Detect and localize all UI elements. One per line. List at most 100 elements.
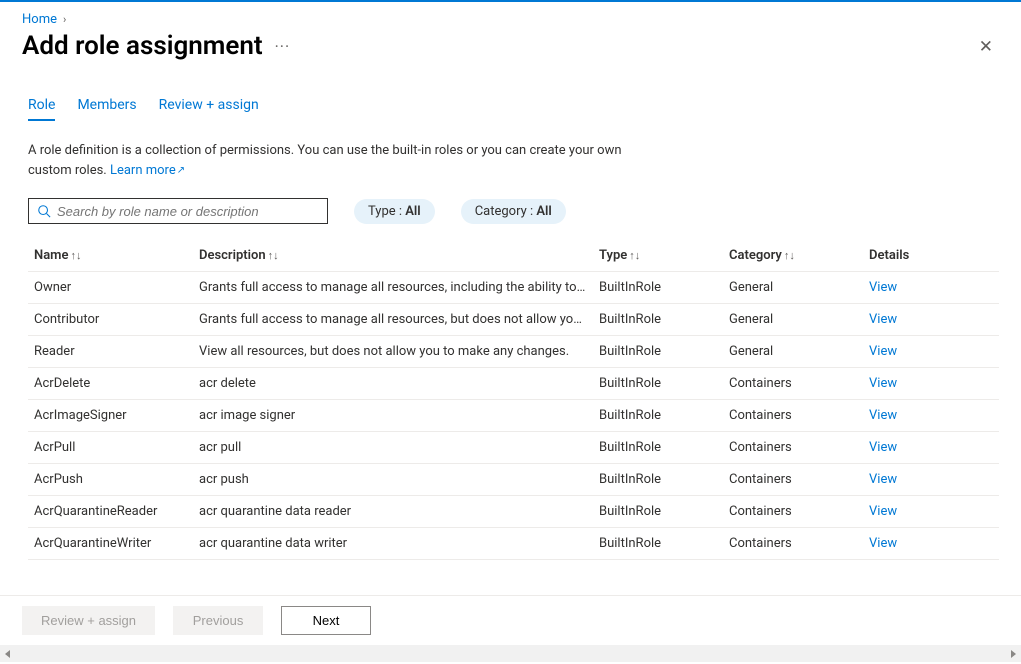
cell-type: BuiltInRole bbox=[593, 496, 723, 528]
description: A role definition is a collection of per… bbox=[28, 141, 628, 180]
tabs: Role Members Review + assign bbox=[28, 97, 999, 121]
column-header-category[interactable]: Category↑↓ bbox=[723, 240, 863, 272]
table-row[interactable]: AcrPullacr pullBuiltInRoleContainers View bbox=[28, 432, 999, 464]
filter-category-value: All bbox=[536, 204, 551, 219]
column-header-type[interactable]: Type↑↓ bbox=[593, 240, 723, 272]
cell-category: General bbox=[723, 336, 863, 368]
cell-type: BuiltInRole bbox=[593, 272, 723, 304]
cell-type: BuiltInRole bbox=[593, 336, 723, 368]
table-row[interactable]: AcrPushacr pushBuiltInRoleContainersView bbox=[28, 464, 999, 496]
cell-details: View bbox=[863, 496, 999, 528]
cell-type: BuiltInRole bbox=[593, 304, 723, 336]
breadcrumb-home[interactable]: Home bbox=[22, 12, 57, 27]
table-row[interactable]: ContributorGrants full access to manage … bbox=[28, 304, 999, 336]
filter-category-label: Category : bbox=[475, 204, 537, 219]
cell-details: View bbox=[863, 528, 999, 560]
filter-type-label: Type : bbox=[368, 204, 405, 219]
view-link[interactable]: View bbox=[869, 344, 897, 359]
cell-type: BuiltInRole bbox=[593, 432, 723, 464]
view-link[interactable]: View bbox=[869, 376, 897, 391]
cell-type: BuiltInRole bbox=[593, 400, 723, 432]
cell-description: acr quarantine data writer bbox=[193, 528, 593, 560]
column-header-name[interactable]: Name↑↓ bbox=[28, 240, 193, 272]
cell-details: View bbox=[863, 336, 999, 368]
more-menu-icon[interactable]: ··· bbox=[275, 37, 291, 56]
cell-description: acr delete bbox=[193, 368, 593, 400]
table-row[interactable]: AcrImageSigneracr image signerBuiltInRol… bbox=[28, 400, 999, 432]
cell-category: General bbox=[723, 304, 863, 336]
view-link[interactable]: View bbox=[869, 536, 897, 551]
cell-category: Containers bbox=[723, 400, 863, 432]
view-link[interactable]: View bbox=[869, 472, 897, 487]
cell-description: View all resources, but does not allow y… bbox=[193, 336, 593, 368]
learn-more-link[interactable]: Learn more↗ bbox=[110, 163, 185, 178]
cell-category: Containers bbox=[723, 432, 863, 464]
cell-description: Grants full access to manage all resourc… bbox=[193, 304, 593, 336]
breadcrumb: Home › bbox=[22, 12, 999, 27]
cell-details: View bbox=[863, 272, 999, 304]
review-assign-button[interactable]: Review + assign bbox=[22, 606, 155, 635]
table-row[interactable]: ReaderView all resources, but does not a… bbox=[28, 336, 999, 368]
page-title: Add role assignment bbox=[22, 31, 263, 61]
view-link[interactable]: View bbox=[869, 504, 897, 519]
cell-details: View bbox=[863, 400, 999, 432]
cell-details: View bbox=[863, 432, 999, 464]
cell-name: AcrDelete bbox=[28, 368, 193, 400]
cell-description: Grants full access to manage all resourc… bbox=[193, 272, 593, 304]
search-input-container[interactable] bbox=[28, 198, 328, 224]
view-link[interactable]: View bbox=[869, 312, 897, 327]
cell-name: AcrPush bbox=[28, 464, 193, 496]
cell-description: acr pull bbox=[193, 432, 593, 464]
column-header-description[interactable]: Description↑↓ bbox=[193, 240, 593, 272]
chevron-right-icon: › bbox=[63, 13, 66, 26]
previous-button[interactable]: Previous bbox=[173, 606, 263, 635]
view-link[interactable]: View bbox=[869, 408, 897, 423]
cell-description: acr quarantine data reader bbox=[193, 496, 593, 528]
cell-category: Containers bbox=[723, 528, 863, 560]
view-link[interactable]: View bbox=[869, 280, 897, 295]
table-row[interactable]: OwnerGrants full access to manage all re… bbox=[28, 272, 999, 304]
filter-type[interactable]: Type : All bbox=[354, 199, 435, 224]
table-row[interactable]: AcrDeleteacr deleteBuiltInRoleContainers… bbox=[28, 368, 999, 400]
column-header-details: Details bbox=[863, 240, 999, 272]
cell-category: Containers bbox=[723, 496, 863, 528]
table-row[interactable]: AcrQuarantineWriteracr quarantine data w… bbox=[28, 528, 999, 560]
external-link-icon: ↗ bbox=[177, 165, 185, 176]
cell-name: Contributor bbox=[28, 304, 193, 336]
roles-table: Name↑↓ Description↑↓ Type↑↓ Category↑↓ D… bbox=[28, 240, 999, 560]
search-input[interactable] bbox=[57, 204, 319, 219]
close-button[interactable]: ✕ bbox=[973, 32, 999, 61]
search-icon bbox=[37, 204, 51, 218]
sort-icon: ↑↓ bbox=[629, 249, 640, 262]
sort-icon: ↑↓ bbox=[268, 249, 279, 262]
cell-details: View bbox=[863, 304, 999, 336]
cell-name: Owner bbox=[28, 272, 193, 304]
cell-category: Containers bbox=[723, 464, 863, 496]
filter-type-value: All bbox=[405, 204, 420, 219]
cell-name: AcrQuarantineWriter bbox=[28, 528, 193, 560]
next-button[interactable]: Next bbox=[281, 606, 371, 635]
view-link[interactable]: View bbox=[869, 440, 897, 455]
cell-type: BuiltInRole bbox=[593, 464, 723, 496]
cell-name: AcrImageSigner bbox=[28, 400, 193, 432]
cell-details: View bbox=[863, 368, 999, 400]
cell-name: AcrPull bbox=[28, 432, 193, 464]
cell-details: View bbox=[863, 464, 999, 496]
sort-icon: ↑↓ bbox=[70, 249, 81, 262]
cell-type: BuiltInRole bbox=[593, 368, 723, 400]
footer: Review + assign Previous Next bbox=[0, 595, 1021, 645]
tab-role[interactable]: Role bbox=[28, 97, 55, 121]
close-icon: ✕ bbox=[979, 37, 993, 56]
table-row[interactable]: AcrQuarantineReaderacr quarantine data r… bbox=[28, 496, 999, 528]
cell-name: Reader bbox=[28, 336, 193, 368]
cell-description: acr image signer bbox=[193, 400, 593, 432]
cell-category: Containers bbox=[723, 368, 863, 400]
sort-icon: ↑↓ bbox=[784, 249, 795, 262]
cell-name: AcrQuarantineReader bbox=[28, 496, 193, 528]
cell-type: BuiltInRole bbox=[593, 528, 723, 560]
tab-members[interactable]: Members bbox=[77, 97, 136, 121]
cell-category: General bbox=[723, 272, 863, 304]
horizontal-scrollbar[interactable] bbox=[0, 645, 1021, 662]
tab-review-assign[interactable]: Review + assign bbox=[159, 97, 259, 121]
filter-category[interactable]: Category : All bbox=[461, 199, 566, 224]
